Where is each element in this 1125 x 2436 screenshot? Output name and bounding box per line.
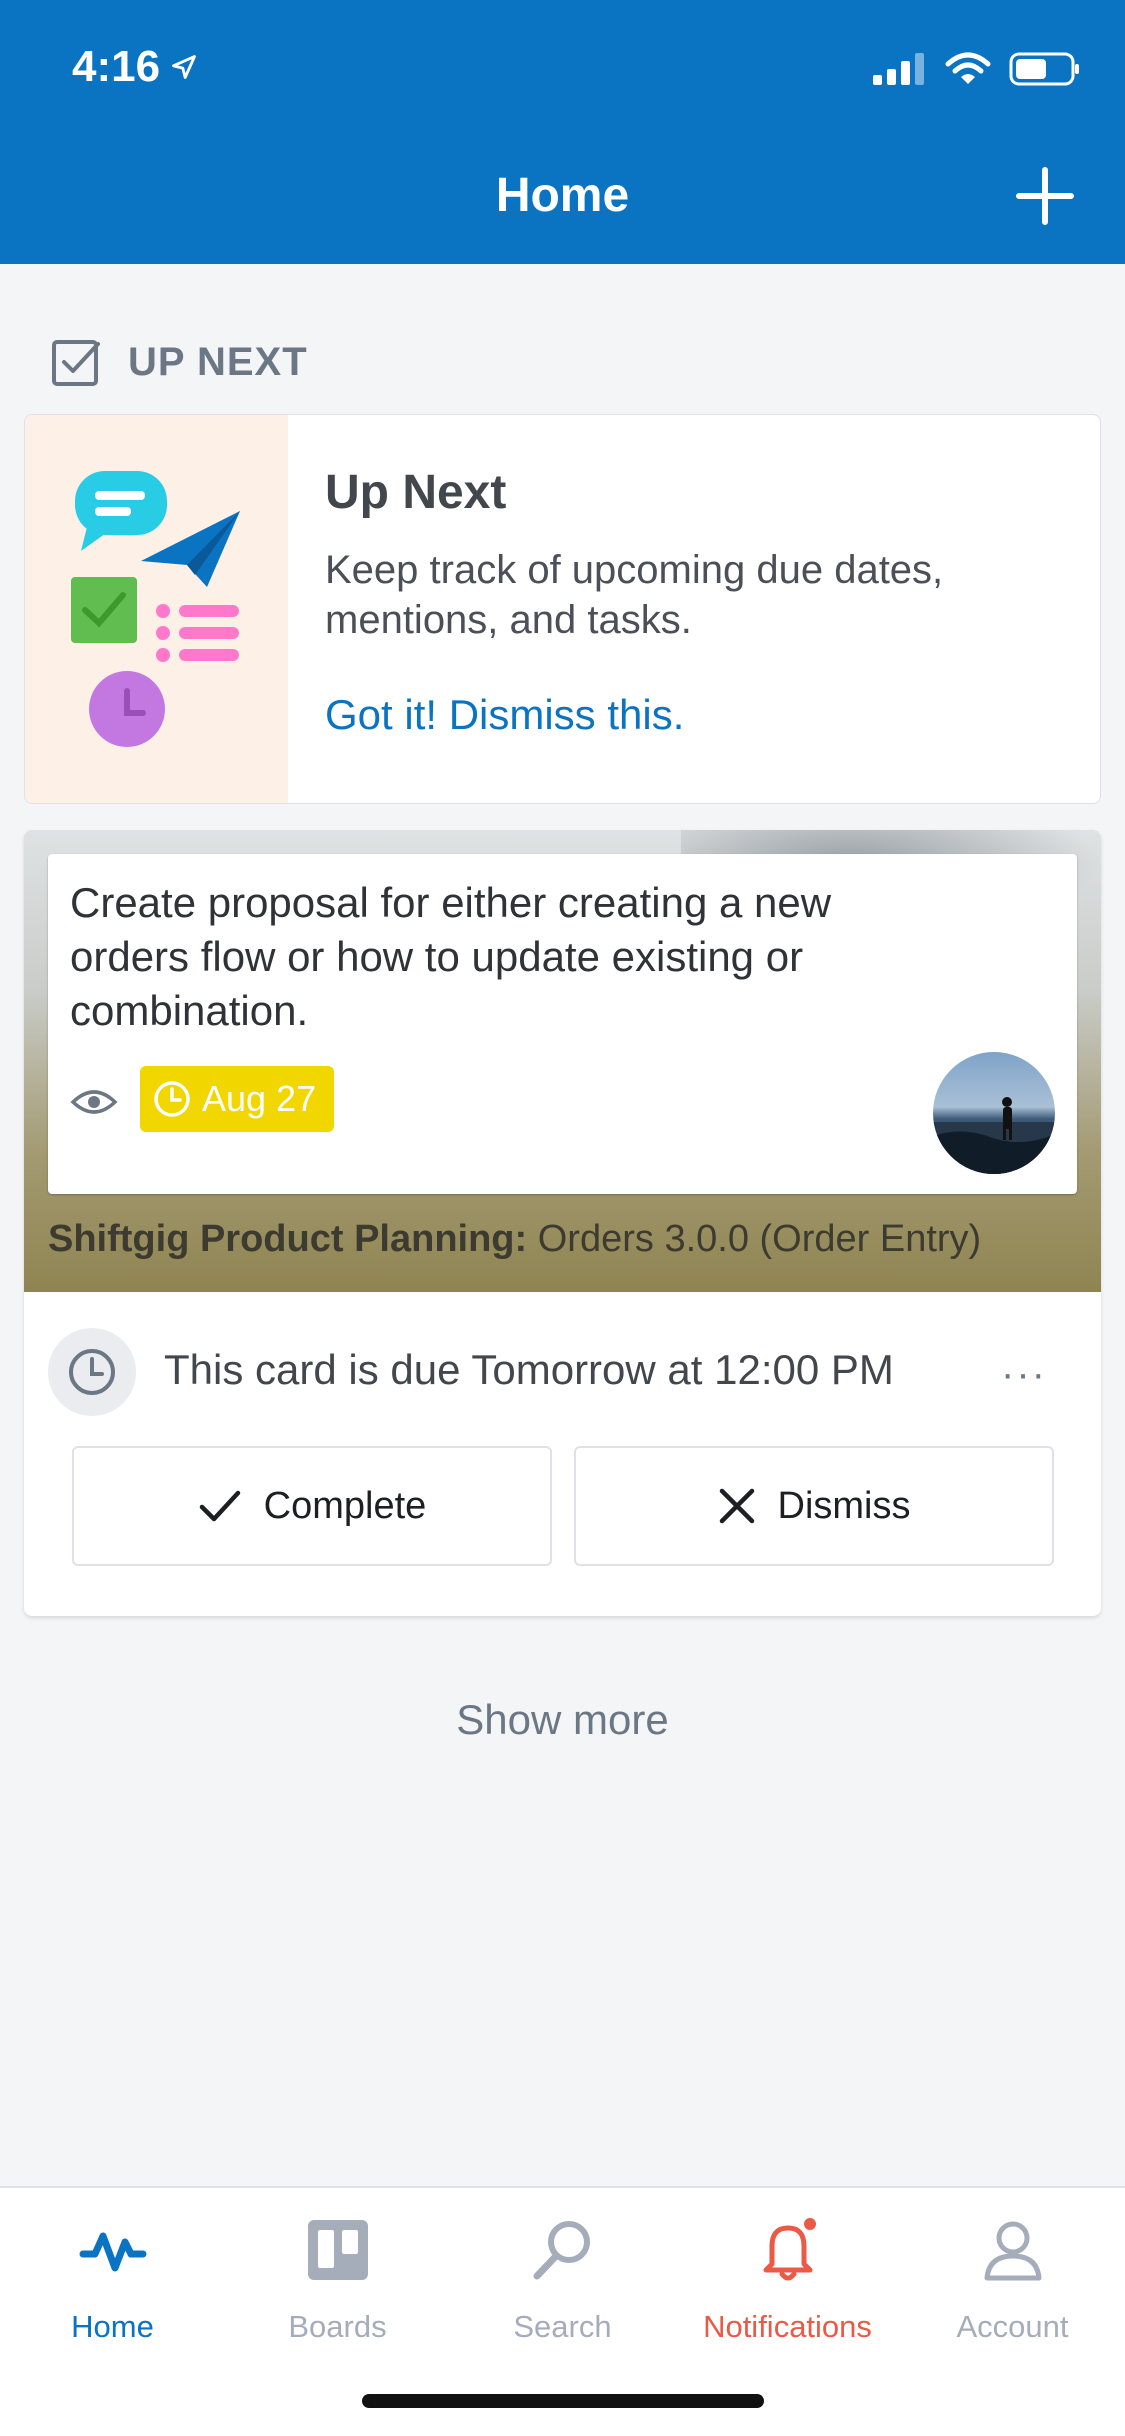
promo-title: Up Next: [325, 466, 507, 519]
dismiss-button[interactable]: Dismiss: [574, 1446, 1054, 1566]
account-icon: [984, 2221, 1041, 2281]
tab-home-label: Home: [71, 2309, 154, 2344]
due-date-badge: Aug 27: [140, 1066, 335, 1132]
card-title: Create proposal for either creating a ne…: [70, 879, 832, 1034]
tab-home[interactable]: Home: [0, 2214, 225, 2364]
clock-icon: [69, 1349, 115, 1395]
tab-notifications[interactable]: Notifications: [675, 2214, 900, 2364]
due-message: This card is due Tomorrow at 12:00 PM: [164, 1346, 894, 1393]
promo-description: Keep track of upcoming due dates, mentio…: [325, 548, 944, 642]
up-next-illustration-icon: [71, 471, 240, 747]
status-time-label: 4:16: [72, 42, 161, 91]
tab-account[interactable]: Account: [900, 2214, 1125, 2364]
home-indicator[interactable]: [362, 2394, 764, 2408]
checkmark-icon: [199, 1490, 240, 1522]
status-time: 4:16: [72, 42, 198, 92]
tab-search[interactable]: Search: [450, 2214, 675, 2364]
complete-button[interactable]: Complete: [72, 1446, 552, 1566]
boards-icon: [307, 2220, 368, 2280]
due-reminder-row: This card is due Tomorrow at 12:00 PM ··…: [24, 1292, 1101, 1442]
app-header: 4:16 Home: [0, 0, 1125, 264]
card-cover-image: Create proposal for either creating a ne…: [24, 830, 1101, 1292]
promo-illustration: [25, 415, 288, 803]
reminder-clock: [48, 1328, 136, 1416]
clock-icon: [154, 1081, 190, 1117]
status-indicators: [873, 52, 1081, 86]
board-name: Shiftgig Product Planning:: [48, 1218, 528, 1260]
up-next-intro-card: Up Next Keep track of upcoming due dates…: [24, 414, 1101, 804]
card-preview[interactable]: Create proposal for either creating a ne…: [48, 854, 1077, 1194]
up-next-card[interactable]: Create proposal for either creating a ne…: [24, 830, 1101, 1616]
member-avatar: [933, 1052, 1055, 1174]
due-date-label: Aug 27: [202, 1078, 317, 1119]
signal-icon: [873, 53, 924, 85]
more-options-button[interactable]: ···: [1001, 1352, 1047, 1397]
tab-boards[interactable]: Boards: [225, 2214, 450, 2364]
wifi-icon: [945, 52, 991, 84]
tab-boards-label: Boards: [288, 2309, 387, 2344]
board-and-list: Shiftgig Product Planning: Orders 3.0.0 …: [48, 1218, 981, 1261]
avatar-photo: [933, 1097, 1055, 1174]
complete-label: Complete: [263, 1484, 427, 1527]
eye-icon: [70, 1090, 118, 1114]
bell-icon: [763, 2218, 816, 2281]
location-arrow-icon: [172, 55, 196, 79]
tab-account-label: Account: [956, 2309, 1069, 2344]
page-title: Home: [495, 169, 630, 222]
list-name: Orders 3.0.0 (Order Entry): [537, 1218, 982, 1260]
dismiss-intro-link[interactable]: Got it! Dismiss this.: [325, 691, 684, 739]
add-icon[interactable]: [1013, 164, 1077, 228]
tab-notifications-label: Notifications: [703, 2309, 872, 2344]
search-icon: [533, 2221, 590, 2280]
activity-icon: [79, 2232, 146, 2272]
dismiss-label: Dismiss: [777, 1484, 911, 1527]
section-header-up-next: UP NEXT: [50, 336, 308, 388]
battery-icon: [1009, 52, 1079, 86]
show-more-button[interactable]: Show more: [0, 1696, 1125, 1744]
checkbox-icon: [52, 340, 100, 386]
section-title: UP NEXT: [128, 339, 308, 384]
close-icon: [719, 1488, 754, 1524]
tab-search-label: Search: [513, 2309, 612, 2344]
